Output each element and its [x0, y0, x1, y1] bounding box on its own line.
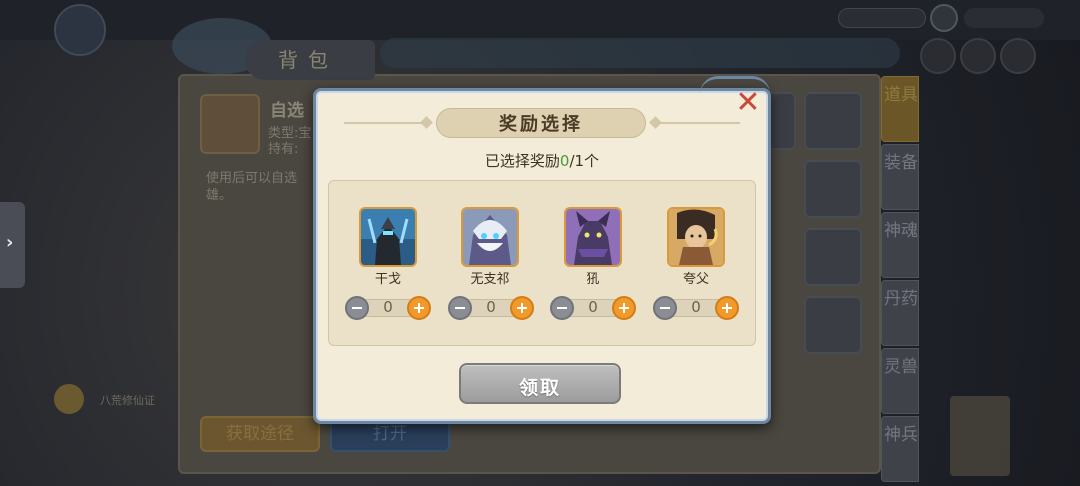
item-owner: 持有:: [268, 142, 299, 157]
chevron-right-icon: ›: [6, 232, 14, 253]
plus-icon[interactable]: [612, 296, 636, 320]
tab-beast[interactable]: 灵兽: [881, 348, 919, 414]
reward-name: 夸父: [682, 272, 709, 287]
quantity-stepper: 0: [345, 296, 431, 320]
tab-equipment[interactable]: 装备: [881, 144, 919, 210]
dialog-title: 奖励选择: [499, 114, 583, 135]
top-portrait-row: [920, 38, 1080, 82]
tab-weapon[interactable]: 神兵: [881, 416, 919, 482]
hero-portrait-icon[interactable]: [667, 207, 725, 267]
title-divider-left: [344, 122, 432, 124]
hero-portrait-icon[interactable]: [564, 207, 622, 267]
minus-icon[interactable]: [448, 296, 472, 320]
scroll-decoration: [950, 396, 1010, 476]
tab-label: 神魂: [884, 221, 918, 241]
selection-suffix: /1个: [569, 152, 600, 170]
item-description: 使用后可以自选 雄。: [206, 171, 298, 203]
claim-label: 领取: [518, 377, 561, 399]
plus-icon[interactable]: [510, 296, 534, 320]
tab-label: 道具: [884, 85, 918, 105]
get-path-button[interactable]: 获取途径: [200, 416, 320, 452]
quantity-stepper: 0: [448, 296, 534, 320]
inventory-slot[interactable]: [804, 160, 862, 218]
badge-icon: [54, 384, 84, 414]
reward-name: 干戈: [374, 272, 401, 287]
inventory-slot[interactable]: [804, 296, 862, 354]
minus-icon[interactable]: [653, 296, 677, 320]
plus-icon[interactable]: [715, 296, 739, 320]
title-divider-right: [650, 122, 740, 124]
tab-label: 灵兽: [884, 357, 918, 377]
close-icon[interactable]: ✕: [733, 88, 763, 118]
clock-icon: [930, 4, 958, 32]
quantity-value: 0: [691, 298, 701, 316]
side-tab-bar: 道具 装备 神魂 丹药 灵兽 神兵: [881, 76, 919, 484]
item-thumbnail: [200, 94, 260, 154]
minus-icon[interactable]: [550, 296, 574, 320]
quantity-value: 0: [383, 298, 393, 316]
portrait-icon: [1000, 38, 1036, 74]
selection-prefix: 已选择奖励: [484, 152, 560, 170]
quantity-value: 0: [486, 298, 496, 316]
tab-label: 装备: [884, 153, 918, 173]
hero-portrait-icon[interactable]: [359, 207, 417, 267]
wave-decoration: [380, 38, 900, 68]
currency-pill: [838, 8, 926, 28]
tab-props[interactable]: 道具: [881, 76, 919, 142]
expand-tab[interactable]: ›: [0, 202, 25, 288]
tab-label: 神兵: [884, 425, 918, 445]
portrait-icon: [920, 38, 956, 74]
quantity-stepper: 0: [653, 296, 739, 320]
inventory-slot[interactable]: [804, 92, 862, 150]
player-avatar: [54, 4, 106, 56]
quantity-stepper: 0: [550, 296, 636, 320]
bottom-left-text: 八荒修仙证: [100, 394, 155, 407]
minus-icon[interactable]: [345, 296, 369, 320]
tab-elixir[interactable]: 丹药: [881, 280, 919, 346]
bag-title: 背包: [278, 48, 338, 72]
portrait-icon: [960, 38, 996, 74]
tab-label: 丹药: [884, 289, 918, 309]
item-name: 自选: [270, 101, 304, 121]
top-right-pill: [964, 8, 1044, 28]
quantity-value: 0: [588, 298, 598, 316]
reward-name: 犼: [586, 272, 600, 287]
claim-button[interactable]: 领取: [459, 363, 621, 404]
selection-status: 已选择奖励0/1个: [313, 150, 771, 171]
tab-soul[interactable]: 神魂: [881, 212, 919, 278]
plus-icon[interactable]: [407, 296, 431, 320]
hero-portrait-icon[interactable]: [461, 207, 519, 267]
inventory-slot[interactable]: [804, 228, 862, 286]
reward-name: 无支祁: [470, 272, 510, 287]
